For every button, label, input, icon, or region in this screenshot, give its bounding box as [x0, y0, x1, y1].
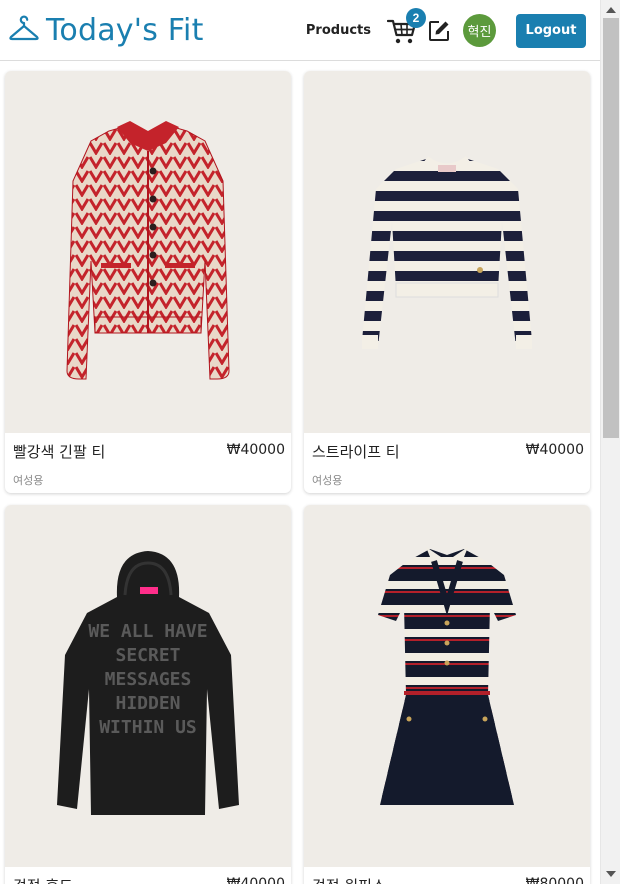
product-image	[304, 71, 590, 433]
product-card[interactable]: 검정 원피스 ₩80000	[304, 505, 590, 884]
cart-button[interactable]: 2	[386, 7, 426, 46]
nav-products-link[interactable]: Products	[306, 23, 371, 38]
product-image	[5, 71, 291, 433]
brand-link[interactable]: Today's Fit	[8, 13, 204, 48]
scroll-down-arrow-icon[interactable]	[601, 866, 620, 882]
scroll-up-arrow-icon[interactable]	[601, 2, 620, 18]
product-card[interactable]: 스트라이프 티 ₩40000 여성용	[304, 71, 590, 493]
product-info: 빨강색 긴팔 티 ₩40000 여성용	[5, 433, 291, 493]
hoodie-print-line: WITHIN US	[99, 717, 197, 738]
brand-title: Today's Fit	[46, 12, 204, 48]
product-image: WE ALL HAVE SECRET MESSAGES HIDDEN WITHI…	[5, 505, 291, 867]
scrollbar-thumb[interactable]	[603, 18, 619, 438]
nav-actions: Products 2 혁진 Logout	[306, 0, 586, 61]
product-price: ₩40000	[525, 442, 584, 458]
product-image	[304, 505, 590, 867]
cart-count-badge: 2	[406, 7, 426, 28]
product-info: 검정 원피스 ₩80000	[304, 867, 590, 884]
product-price: ₩80000	[525, 876, 584, 884]
product-category: 여성용	[312, 474, 343, 487]
logout-button[interactable]: Logout	[516, 13, 586, 48]
product-price: ₩40000	[226, 876, 285, 884]
product-grid: 빨강색 긴팔 티 ₩40000 여성용 스트라이프 티 ₩40000 여성용 W…	[0, 61, 600, 884]
hanger-icon	[9, 15, 39, 41]
top-navbar: Today's Fit Products 2 혁진 Logout	[0, 0, 600, 61]
product-card[interactable]: 빨강색 긴팔 티 ₩40000 여성용	[5, 71, 291, 493]
hoodie-print-line: MESSAGES	[105, 669, 192, 690]
product-price: ₩40000	[226, 442, 285, 458]
product-category: 여성용	[13, 474, 44, 487]
user-avatar[interactable]: 혁진	[463, 14, 496, 47]
hoodie-print-line: WE ALL HAVE	[88, 621, 207, 642]
product-card[interactable]: WE ALL HAVE SECRET MESSAGES HIDDEN WITHI…	[5, 505, 291, 884]
vertical-scrollbar[interactable]	[600, 0, 620, 884]
edit-icon[interactable]	[427, 19, 451, 43]
product-info: 검정 후드 ₩40000	[5, 867, 291, 884]
hoodie-print-line: SECRET	[115, 645, 180, 666]
hoodie-print-line: HIDDEN	[115, 693, 180, 714]
product-info: 스트라이프 티 ₩40000 여성용	[304, 433, 590, 493]
